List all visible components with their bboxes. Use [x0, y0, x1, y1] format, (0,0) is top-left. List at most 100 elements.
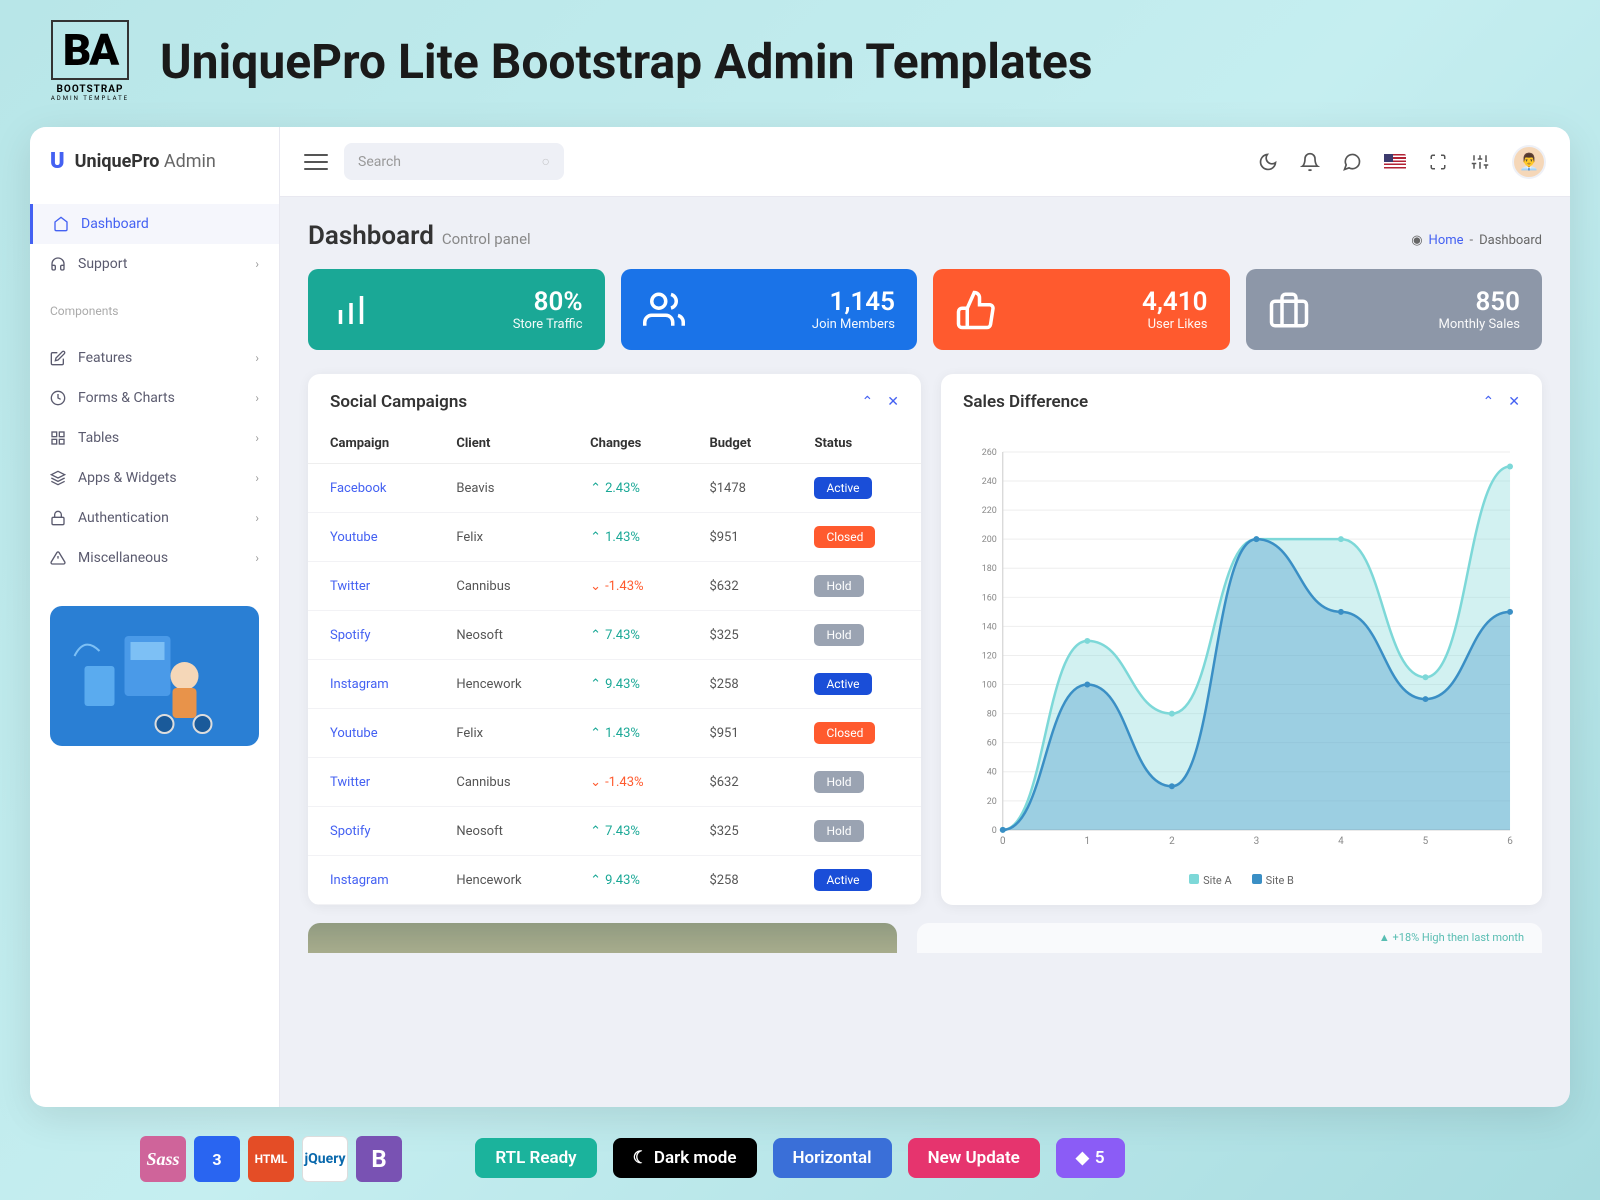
status-badge: Active	[814, 477, 871, 499]
new-update-pill[interactable]: New Update	[908, 1138, 1040, 1178]
campaign-link[interactable]: Spotify	[308, 611, 434, 660]
close-icon[interactable]: ✕	[887, 394, 899, 410]
chevron-down-icon: ⌄	[590, 775, 601, 790]
chevron-down-icon: ⌄	[590, 579, 601, 594]
lock-icon	[50, 510, 66, 526]
edit-icon	[50, 350, 66, 366]
horizontal-pill[interactable]: Horizontal	[773, 1138, 892, 1178]
svg-text:140: 140	[982, 622, 997, 632]
peek-stat: ▲ +18% High then last month	[917, 923, 1542, 953]
table-row: SpotifyNeosoft⌃ 7.43%$325Hold	[308, 807, 921, 856]
sidebar-item-authentication[interactable]: Authentication ›	[30, 498, 279, 538]
layers-icon	[50, 470, 66, 486]
chevron-up-icon: ⌃	[590, 873, 601, 888]
campaign-link[interactable]: Instagram	[308, 856, 434, 905]
chevron-right-icon: ›	[255, 511, 259, 525]
sidebar-item-label: Support	[78, 256, 127, 272]
stat-label: Monthly Sales	[1439, 317, 1520, 332]
sidebar-item-dashboard[interactable]: Dashboard	[30, 204, 279, 244]
svg-text:0: 0	[1000, 836, 1006, 847]
sidebar-item-label: Miscellaneous	[78, 550, 168, 566]
campaign-link[interactable]: Youtube	[308, 709, 434, 758]
fullscreen-icon[interactable]	[1428, 152, 1448, 172]
grid-icon	[50, 430, 66, 446]
sidebar-item-forms-charts[interactable]: Forms & Charts›	[30, 378, 279, 418]
status-badge: Closed	[814, 526, 875, 548]
sidebar-item-label: Apps & Widgets	[78, 470, 177, 486]
table-row: YoutubeFelix⌃ 1.43%$951Closed	[308, 709, 921, 758]
svg-text:220: 220	[982, 506, 997, 516]
campaign-link[interactable]: Twitter	[308, 562, 434, 611]
menu-toggle-button[interactable]	[304, 154, 328, 170]
dashboard-icon: ◉	[1411, 233, 1422, 248]
sidebar-item-support[interactable]: Support ›	[30, 244, 279, 284]
campaign-link[interactable]: Spotify	[308, 807, 434, 856]
chevron-up-icon: ⌃	[590, 677, 601, 692]
stat-card-user-likes[interactable]: 4,410User Likes	[933, 269, 1230, 350]
sidebar-item-features[interactable]: Features›	[30, 338, 279, 378]
legend-site-a: Site A	[1189, 874, 1232, 887]
messages-icon[interactable]	[1342, 152, 1362, 172]
stat-card-join-members[interactable]: 1,145Join Members	[621, 269, 918, 350]
table-header: Changes	[568, 424, 687, 464]
sidebar-item-tables[interactable]: Tables›	[30, 418, 279, 458]
dark-mode-pill[interactable]: ☾Dark mode	[613, 1138, 757, 1178]
brand[interactable]: U UniquePro Admin	[30, 127, 279, 196]
chevron-right-icon: ›	[255, 551, 259, 565]
table-row: FacebookBeavis⌃ 2.43%$1478Active	[308, 464, 921, 513]
svg-text:100: 100	[982, 681, 997, 691]
status-badge: Hold	[814, 575, 863, 597]
campaigns-table: CampaignClientChangesBudgetStatus Facebo…	[308, 424, 921, 905]
settings-icon[interactable]	[1470, 152, 1490, 172]
svg-text:2: 2	[1169, 836, 1175, 847]
chevron-right-icon: ›	[255, 257, 259, 271]
sidebar-item-label: Authentication	[78, 510, 169, 526]
status-badge: Active	[814, 673, 871, 695]
svg-text:20: 20	[987, 797, 997, 807]
campaign-link[interactable]: Facebook	[308, 464, 434, 513]
sidebar-item-miscellaneous[interactable]: Miscellaneous ›	[30, 538, 279, 578]
search-input[interactable]: Search ○	[344, 143, 564, 180]
svg-text:6: 6	[1507, 836, 1513, 847]
user-avatar[interactable]: 👨‍💼	[1512, 145, 1546, 179]
status-badge: Hold	[814, 771, 863, 793]
svg-text:240: 240	[982, 477, 997, 487]
sidebar-item-apps-widgets[interactable]: Apps & Widgets›	[30, 458, 279, 498]
collapse-icon[interactable]: ⌃	[862, 394, 874, 410]
status-badge: Active	[814, 869, 871, 891]
svg-text:4: 4	[1338, 836, 1344, 847]
language-flag-icon[interactable]	[1384, 154, 1406, 170]
topbar: Search ○ 👨‍💼	[280, 127, 1570, 197]
campaign-link[interactable]: Instagram	[308, 660, 434, 709]
sidebar-item-label: Dashboard	[81, 216, 149, 232]
stat-value: 4,410	[1142, 287, 1208, 317]
close-icon[interactable]: ✕	[1508, 394, 1520, 410]
campaign-link[interactable]: Twitter	[308, 758, 434, 807]
promo-card[interactable]	[50, 606, 259, 746]
chevron-up-icon: ⌃	[590, 726, 601, 741]
svg-text:60: 60	[987, 739, 997, 749]
campaign-link[interactable]: Youtube	[308, 513, 434, 562]
table-row: TwitterCannibus⌄ -1.43%$632Hold	[308, 562, 921, 611]
collapse-icon[interactable]: ⌃	[1483, 394, 1495, 410]
chevron-right-icon: ›	[255, 431, 259, 445]
sidebar: U UniquePro Admin DashboardSupport› Comp…	[30, 127, 280, 1107]
bootstrap-version-pill[interactable]: ◆5	[1056, 1138, 1125, 1178]
breadcrumb: ◉ Home - Dashboard	[1411, 233, 1542, 248]
breadcrumb-home[interactable]: Home	[1429, 233, 1464, 248]
status-badge: Hold	[814, 624, 863, 646]
search-placeholder: Search	[358, 154, 401, 170]
stat-card-monthly-sales[interactable]: 850Monthly Sales	[1246, 269, 1543, 350]
svg-text:180: 180	[982, 564, 997, 574]
page-promo-title: UniquePro Lite Bootstrap Admin Templates	[160, 33, 1093, 90]
stat-value: 80%	[513, 287, 583, 317]
table-row: TwitterCannibus⌄ -1.43%$632Hold	[308, 758, 921, 807]
svg-text:0: 0	[992, 826, 997, 836]
sales-chart: 0204060801001201401601802002202402600123…	[963, 442, 1520, 860]
dark-mode-icon[interactable]	[1258, 152, 1278, 172]
notifications-icon[interactable]	[1300, 152, 1320, 172]
rtl-ready-pill[interactable]: RTL Ready	[475, 1138, 596, 1178]
table-row: YoutubeFelix⌃ 1.43%$951Closed	[308, 513, 921, 562]
stat-card-store-traffic[interactable]: 80%Store Traffic	[308, 269, 605, 350]
table-row: SpotifyNeosoft⌃ 7.43%$325Hold	[308, 611, 921, 660]
